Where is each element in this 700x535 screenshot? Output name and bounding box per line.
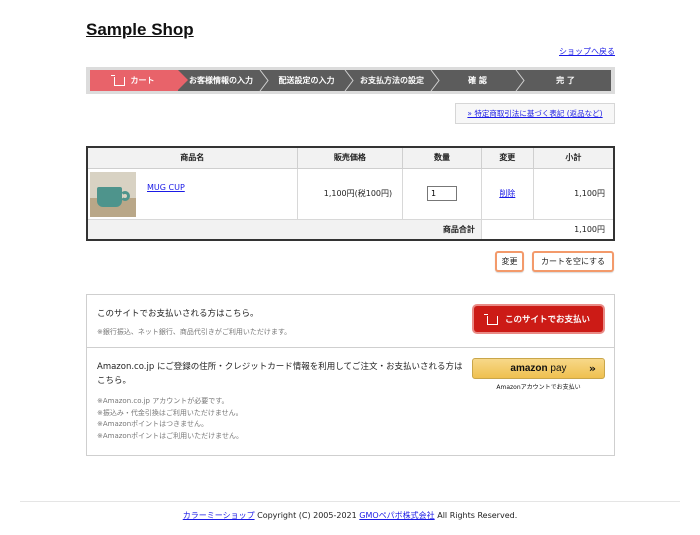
header-quantity: 数量: [402, 146, 482, 169]
step-cart: カート: [90, 70, 188, 91]
amazon-note: ※振込み・代金引換はご利用いただけません。: [97, 408, 243, 417]
product-link[interactable]: MUG CUP: [147, 183, 185, 192]
site-payment-button-label: このサイトでお支払い: [504, 315, 590, 325]
total-row: 商品合計 1,100円: [86, 218, 615, 241]
step-label: お支払方法の設定: [360, 76, 424, 85]
back-to-shop-link[interactable]: ショップへ戻る: [559, 46, 615, 57]
edit-cell: 削除: [480, 167, 534, 220]
header-edit: 変更: [480, 146, 534, 169]
gmo-pepabo-link[interactable]: GMOペパボ株式会社: [359, 511, 434, 520]
double-chevron-icon: »: [588, 362, 596, 375]
total-label: 商品合計: [86, 218, 482, 241]
amazon-pay-notes: ※Amazon.co.jp アカウントが必要です。 ※振込み・代金引換はご利用い…: [97, 396, 243, 442]
site-payment-button[interactable]: このサイトでお支払い: [474, 306, 603, 332]
table-header-row: 商品名 販売価格 数量 変更 小計: [86, 146, 615, 169]
header-subtotal: 小計: [532, 146, 615, 169]
update-quantity-button[interactable]: 変更: [495, 251, 524, 272]
cart-table: 商品名 販売価格 数量 変更 小計 MUG CUP 1,100円(税100円) …: [86, 146, 615, 241]
footer-divider: [20, 501, 680, 502]
step-label: 完 了: [556, 76, 575, 85]
price-cell: 1,100円(税100円): [296, 167, 404, 220]
payment-options: このサイトでお支払いされる方はこちら。 ※銀行振込、ネット銀行、商品代引きがご利…: [86, 294, 615, 456]
quantity-cell: [402, 167, 482, 220]
step-label: カート: [130, 76, 155, 85]
site-payment-note: ※銀行振込、ネット銀行、商品代引きがご利用いただけます。: [97, 328, 292, 336]
amazon-note: ※Amazonポイントはご利用いただけません。: [97, 431, 243, 440]
footer-rights: All Rights Reserved.: [434, 511, 518, 520]
step-confirm: 確 認: [435, 70, 520, 91]
step-label: 配送設定の入力: [278, 76, 335, 85]
quantity-input[interactable]: [427, 186, 458, 201]
header-price: 販売価格: [296, 146, 404, 169]
site-payment-title: このサイトでお支払いされる方はこちら。: [97, 309, 259, 319]
empty-cart-button[interactable]: カートを空にする: [532, 251, 614, 272]
header-product-name: 商品名: [86, 146, 298, 169]
chevron-right-icon: [344, 70, 354, 91]
step-label: 確 認: [468, 76, 487, 85]
step-shipping: 配送設定の入力: [264, 70, 349, 91]
amazon-pay-logo: amazon pay: [510, 363, 567, 374]
subtotal-cell: 1,100円: [532, 167, 615, 220]
chevron-right-icon: [259, 70, 269, 91]
mug-icon: [97, 186, 122, 207]
amazon-pay-button[interactable]: amazon pay »: [472, 358, 605, 379]
legal-notice-box: » 特定商取引法に基づく表記 (返品など): [455, 103, 615, 124]
step-label: お客様情報の入力: [189, 76, 253, 85]
footer: カラーミーショップ Copyright (C) 2005-2021 GMOペパボ…: [0, 510, 700, 521]
amazon-note: ※Amazonポイントはつきません。: [97, 420, 208, 428]
amazon-pay-description: Amazon.co.jp にご登録の住所・クレジットカード情報を利用してご注文・…: [97, 362, 463, 386]
checkout-steps: カート お客様情報の入力 配送設定の入力 お支払方法の設定 確 認 完 了: [86, 67, 615, 94]
cart-icon: [110, 75, 125, 86]
product-cell: MUG CUP: [86, 167, 298, 220]
shop-title: Sample Shop: [86, 20, 194, 39]
legal-notice-link[interactable]: » 特定商取引法に基づく表記 (返品など): [467, 108, 602, 119]
footer-copyright: Copyright (C) 2005-2021: [254, 511, 360, 520]
step-customer-info: お客様情報の入力: [178, 70, 264, 91]
product-thumbnail[interactable]: [90, 171, 136, 217]
step-complete: 完 了: [520, 70, 611, 91]
cart-icon: [483, 313, 498, 325]
colorme-shop-link[interactable]: カラーミーショップ: [183, 511, 255, 520]
site-payment-row: このサイトでお支払いされる方はこちら。 ※銀行振込、ネット銀行、商品代引きがご利…: [87, 295, 614, 348]
chevron-right-icon: [430, 70, 440, 91]
amazon-note: ※Amazon.co.jp アカウントが必要です。: [97, 397, 229, 405]
total-value: 1,100円: [480, 218, 615, 241]
amazon-pay-caption: Amazonアカウントでお支払い: [496, 384, 581, 391]
delete-link[interactable]: 削除: [499, 189, 515, 198]
step-payment: お支払方法の設定: [349, 70, 435, 91]
table-row: MUG CUP 1,100円(税100円) 削除 1,100円: [86, 167, 615, 220]
chevron-right-icon: [515, 70, 525, 91]
